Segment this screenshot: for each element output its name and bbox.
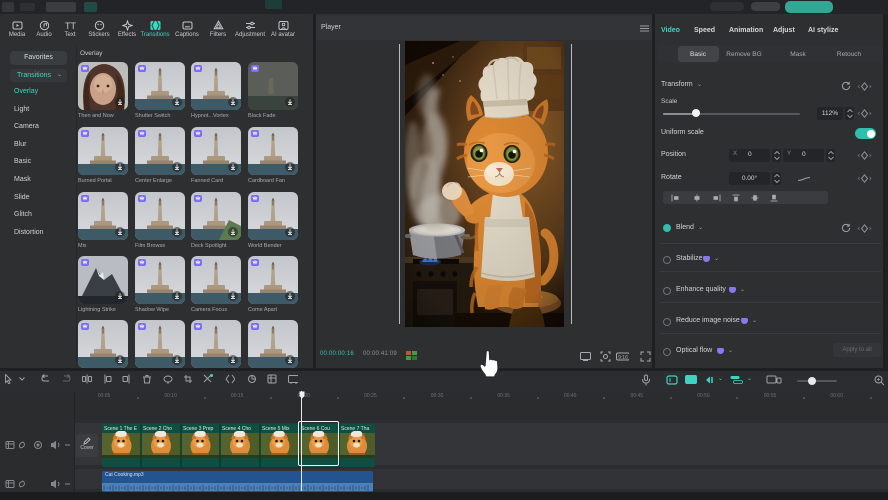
svg-text:9:16: 9:16 bbox=[618, 355, 628, 361]
svg-text:TT: TT bbox=[65, 21, 76, 31]
